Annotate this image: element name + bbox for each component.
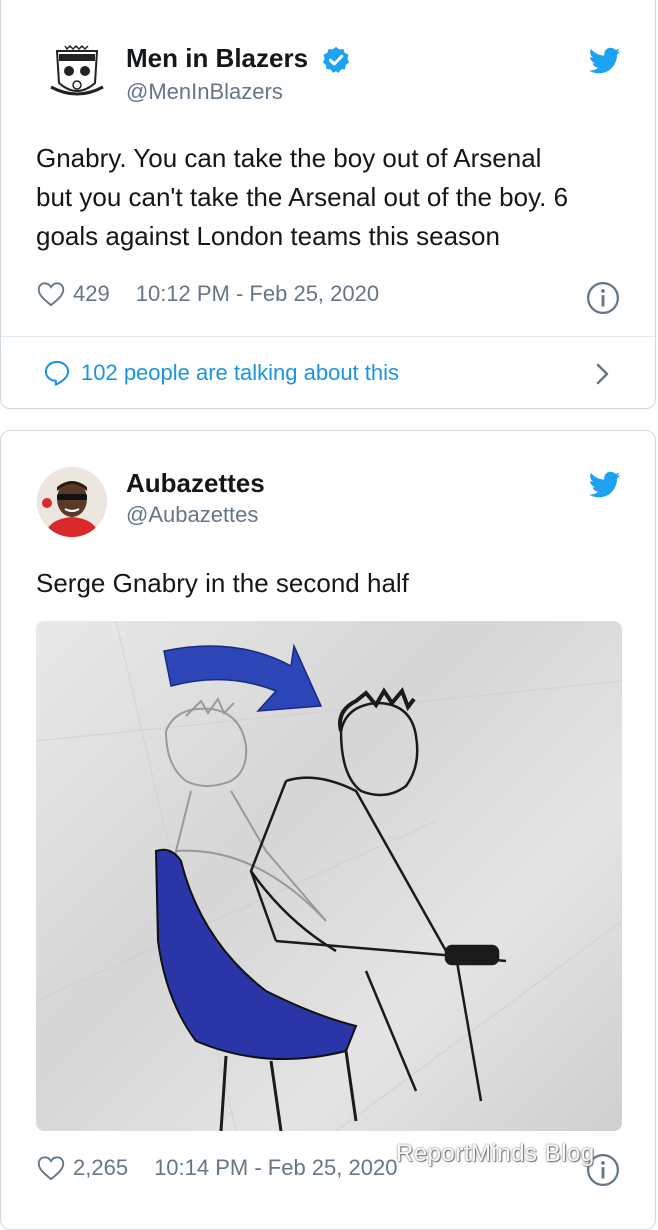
tweet-card-aubazettes[interactable]: Aubazettes @Aubazettes Serge Gnabry in t… (0, 430, 656, 1230)
heart-icon[interactable] (37, 281, 65, 307)
tweet-card-men-in-blazers[interactable]: Men in Blazers @MenInBlazers Gnabry. You… (0, 0, 656, 409)
tweet-text: Gnabry. You can take the boy out of Arse… (36, 139, 568, 256)
watermark: ReportMinds Blog (396, 1140, 595, 1167)
conversation-label[interactable]: 102 people are talking about this (81, 360, 399, 386)
blue-arrow (163, 643, 323, 712)
author-handle[interactable]: @MenInBlazers (126, 79, 283, 105)
men-in-blazers-avatar[interactable] (45, 41, 109, 105)
men-in-blazers-crest-icon (50, 44, 104, 96)
twitter-bird-icon[interactable] (589, 471, 621, 499)
tweet-text-line: goals against London teams this season (36, 221, 500, 251)
blue-chair (154, 848, 358, 1060)
author-name[interactable]: Aubazettes (126, 468, 265, 499)
tweet-timestamp[interactable]: 10:12 PM - Feb 25, 2020 (136, 281, 379, 307)
conversation-link[interactable]: 102 people are talking about this (43, 359, 399, 387)
speech-bubble-icon (44, 360, 70, 386)
tweet-text-line: but you can't take the Arsenal out of th… (36, 182, 569, 212)
verified-badge-icon (322, 46, 350, 73)
aubazettes-avatar[interactable] (37, 467, 107, 537)
like-count[interactable]: 429 (73, 281, 110, 307)
author-handle[interactable]: @Aubazettes (126, 502, 258, 528)
tweet-timestamp[interactable]: 10:14 PM - Feb 25, 2020 (154, 1155, 397, 1181)
tweet-image[interactable] (36, 621, 622, 1131)
author-name[interactable]: Men in Blazers (126, 43, 308, 74)
person-with-sunglasses-avatar (37, 467, 107, 537)
like-count[interactable]: 2,265 (73, 1155, 128, 1181)
tweet-meta: 429 10:12 PM - Feb 25, 2020 (37, 281, 379, 307)
divider (1, 336, 655, 337)
tweet-meta: 2,265 10:14 PM - Feb 25, 2020 (37, 1155, 397, 1181)
chevron-right-icon[interactable] (591, 361, 613, 387)
tweet-text-line: Gnabry. You can take the boy out of Arse… (36, 143, 542, 173)
info-icon[interactable] (586, 281, 620, 315)
tweet-text: Serge Gnabry in the second half (36, 568, 409, 598)
twitter-bird-icon[interactable] (589, 47, 621, 75)
heart-icon[interactable] (37, 1155, 65, 1181)
sketch-illustration (36, 621, 622, 1131)
